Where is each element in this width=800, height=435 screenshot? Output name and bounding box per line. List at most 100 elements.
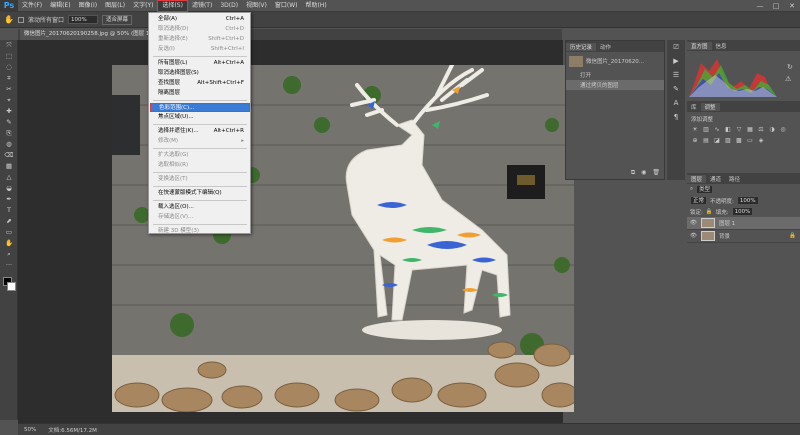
invert-icon[interactable]: ◪ — [713, 137, 721, 145]
menu-item[interactable]: 图像(I) — [75, 0, 101, 12]
select-menu-item[interactable]: 存储选区(V)... — [150, 213, 250, 222]
levels-icon[interactable]: ▥ — [702, 126, 710, 134]
tab-history[interactable]: 历史记录 — [566, 42, 597, 51]
black-white-icon[interactable]: ◑ — [768, 126, 776, 134]
hand-icon[interactable]: ✋ — [0, 238, 18, 249]
tab-info[interactable]: 信息 — [712, 42, 731, 50]
menu-item[interactable]: 选择(S) — [157, 0, 188, 12]
menu-item[interactable]: 编辑(E) — [46, 0, 74, 12]
minimize-icon[interactable]: — — [752, 0, 768, 12]
blend-mode-select[interactable]: 正常 — [690, 196, 708, 205]
maximize-icon[interactable]: □ — [768, 0, 784, 12]
lasso-icon[interactable]: ◌ — [0, 62, 18, 73]
select-menu-item[interactable]: 反选(I) Shift+Ctrl+I — [150, 45, 250, 54]
select-menu-item[interactable]: 选择并遮住(K)... Alt+Ctrl+R — [150, 127, 250, 136]
fill-input[interactable]: 100% — [731, 207, 754, 216]
select-menu-item[interactable]: 取消选择(D) Ctrl+D — [150, 25, 250, 34]
layer-filter-select[interactable]: 类型 — [696, 185, 714, 194]
pen-icon[interactable]: ✒ — [0, 194, 18, 205]
tab-channels[interactable]: 通道 — [706, 175, 725, 183]
curves-icon[interactable]: ∿ — [713, 126, 721, 134]
type-icon[interactable]: T — [0, 205, 18, 216]
select-menu-item[interactable]: 重新选择(E) Shift+Ctrl+D — [150, 35, 250, 44]
select-menu-item[interactable]: 查找图层 Alt+Shift+Ctrl+F — [150, 79, 250, 88]
gradient-icon[interactable]: ▦ — [0, 161, 18, 172]
hue-icon[interactable]: ▦ — [746, 126, 754, 134]
select-menu-item[interactable]: 焦点区域(U)... — [150, 113, 250, 122]
menu-item[interactable]: 文件(F) — [18, 0, 46, 12]
select-menu-item[interactable]: 变换选区(T) — [150, 175, 250, 184]
menu-item[interactable]: 帮助(H) — [302, 0, 331, 12]
scroll-all-checkbox[interactable] — [17, 16, 24, 23]
healing-icon[interactable]: ✚ — [0, 106, 18, 117]
camera-icon[interactable]: ◉ — [641, 169, 646, 179]
posterize-icon[interactable]: ▨ — [724, 137, 732, 145]
opacity-input[interactable]: 100% — [736, 196, 759, 205]
vibrance-icon[interactable]: ▽ — [735, 126, 743, 134]
trash-icon[interactable]: 🗑 — [652, 169, 660, 179]
select-menu-item[interactable]: 修改(M) ▸ — [150, 137, 250, 146]
select-menu-item[interactable]: 扩大选取(G) — [150, 151, 250, 160]
more-icon[interactable]: ··· — [0, 260, 18, 271]
lock-icon[interactable]: 🔒 — [706, 209, 713, 215]
selective-color-icon[interactable]: ◈ — [757, 137, 765, 145]
properties-panel-icon[interactable]: ☰ — [667, 68, 685, 82]
history-brush-icon[interactable]: ◍ — [0, 139, 18, 150]
brush-panel-icon[interactable]: ✎ — [667, 82, 685, 96]
channel-mixer-icon[interactable]: ⊕ — [691, 137, 699, 145]
select-menu-item[interactable]: 载入选区(O)... — [150, 203, 250, 212]
color-lookup-icon[interactable]: ▤ — [702, 137, 710, 145]
crop-icon[interactable]: ✂ — [0, 84, 18, 95]
threshold-icon[interactable]: ▩ — [735, 137, 743, 145]
eraser-icon[interactable]: ⌫ — [0, 150, 18, 161]
eye-icon[interactable]: 👁 — [690, 233, 697, 239]
history-item-layer-copy[interactable]: 通过拷贝的图层 — [566, 80, 664, 90]
history-item-open[interactable]: 打开 — [566, 70, 664, 80]
select-menu-item[interactable]: 隔离图层 — [150, 89, 250, 98]
zoom-icon[interactable]: ⌕ — [0, 249, 18, 260]
brightness-icon[interactable]: ☀ — [691, 126, 699, 134]
tab-libraries[interactable]: 库 — [687, 103, 701, 111]
layer-row[interactable]: 👁 图层 1 — [687, 217, 800, 230]
paragraph-panel-icon[interactable]: ¶ — [667, 110, 685, 124]
fit-screen-button[interactable]: 适合屏幕 — [101, 14, 132, 25]
select-menu-item[interactable]: 新建 3D 模型(3) — [150, 227, 250, 236]
hand-tool-icon[interactable]: ✋ — [4, 15, 14, 24]
tab-histogram[interactable]: 直方图 — [687, 41, 712, 50]
zoom-input[interactable]: 100% — [67, 15, 98, 24]
move-icon[interactable]: ⤧ — [0, 40, 18, 51]
select-menu-item[interactable]: 在快速蒙版模式下编辑(Q) — [150, 189, 250, 198]
menu-item[interactable]: 文字(Y) — [129, 0, 157, 12]
photo-filter-icon[interactable]: ◎ — [779, 126, 787, 134]
history-snapshot[interactable]: 微信图片_20170620... — [566, 52, 664, 70]
eye-icon[interactable]: 👁 — [690, 220, 697, 226]
menu-item[interactable]: 3D(D) — [216, 0, 242, 12]
quick-select-icon[interactable]: ⌗ — [0, 73, 18, 84]
history-panel-icon[interactable]: ⎚ — [667, 40, 685, 54]
character-panel-icon[interactable]: A — [667, 96, 685, 110]
shape-icon[interactable]: ▭ — [0, 227, 18, 238]
stamp-icon[interactable]: ⎘ — [0, 128, 18, 139]
menu-item[interactable]: 视图(V) — [242, 0, 271, 12]
gradient-map-icon[interactable]: ▭ — [746, 137, 754, 145]
menu-item[interactable]: 图层(L) — [101, 0, 129, 12]
color-balance-icon[interactable]: ⚖ — [757, 126, 765, 134]
tab-paths[interactable]: 路径 — [725, 175, 744, 183]
menu-item[interactable]: 滤镜(T) — [188, 0, 216, 12]
select-menu-item[interactable]: 色彩范围(C)... — [150, 103, 250, 112]
select-menu-item[interactable]: 所有图层(L) Alt+Ctrl+A — [150, 59, 250, 68]
select-menu-item[interactable]: 取消选择图层(S) — [150, 69, 250, 78]
close-icon[interactable]: ✕ — [784, 0, 800, 12]
canvas-area[interactable] — [18, 40, 574, 423]
tab-layers[interactable]: 图层 — [687, 174, 707, 183]
brush-icon[interactable]: ✎ — [0, 117, 18, 128]
select-menu-item[interactable]: 全部(A) Ctrl+A — [150, 15, 250, 24]
exposure-icon[interactable]: ◧ — [724, 126, 732, 134]
marquee-icon[interactable]: ⬚ — [0, 51, 18, 62]
dodge-icon[interactable]: ◒ — [0, 183, 18, 194]
actions-panel-icon[interactable]: ▶ — [667, 54, 685, 68]
blur-icon[interactable]: △ — [0, 172, 18, 183]
layer-row[interactable]: 👁 背景 🔒 — [687, 230, 800, 243]
menu-item[interactable]: 窗口(W) — [271, 0, 302, 12]
select-menu-item[interactable]: 选取相似(R) — [150, 161, 250, 170]
